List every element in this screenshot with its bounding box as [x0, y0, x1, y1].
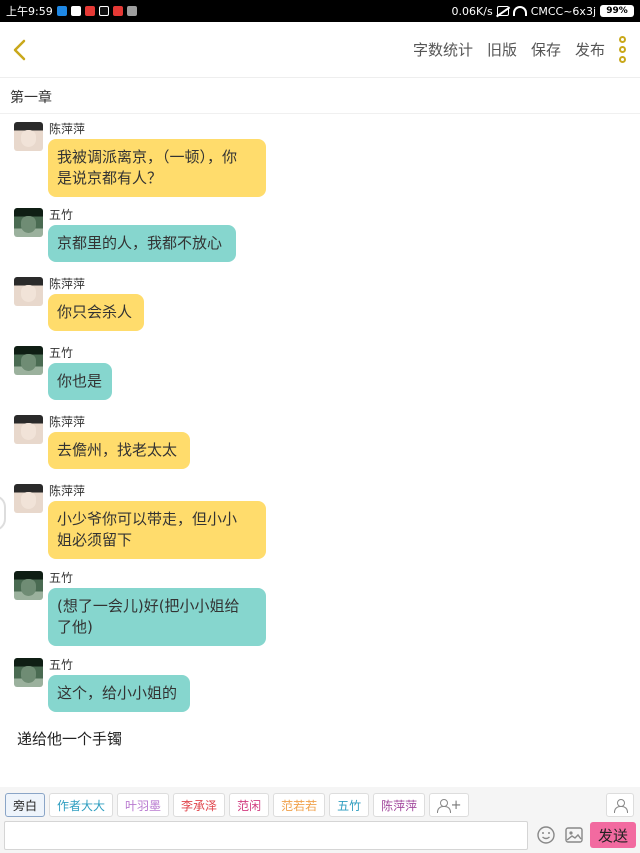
speaker-name: 五竹: [49, 571, 74, 585]
composer-bar: 旁白 作者大大 叶羽墨 李承泽 范闲 范若若 五竹 陈萍萍 + 发送: [0, 787, 640, 853]
message-line: 是说京都有人？: [57, 169, 163, 187]
avatar: [14, 277, 43, 306]
old-version-button[interactable]: 旧版: [485, 37, 519, 62]
message-line: 姐必须留下: [57, 531, 133, 549]
message-line: 小少爷你可以带走，但小小: [57, 510, 238, 528]
message-line: 这个，给小小姐的: [57, 684, 178, 702]
app-notification-icon: [126, 6, 137, 16]
message-bubble[interactable]: 你也是: [48, 363, 112, 400]
avatar: [14, 122, 43, 151]
message-line: 你也是: [57, 372, 103, 390]
input-row: 发送: [4, 820, 636, 850]
avatar: [14, 415, 43, 444]
message-bubble[interactable]: (想了一会儿)好(把小小姐给 了他): [48, 588, 266, 646]
app-notification-icon: [84, 6, 95, 16]
toolbar: 字数统计 旧版 保存 发布: [411, 36, 628, 63]
word-count-button[interactable]: 字数统计: [411, 37, 475, 62]
app-notification-icon: [56, 6, 67, 16]
role-chip[interactable]: 叶羽墨: [117, 793, 170, 817]
speaker-name: 陈萍萍: [49, 277, 86, 291]
speaker-name: 五竹: [49, 346, 74, 360]
more-menu-icon[interactable]: [617, 36, 628, 63]
message-bubble[interactable]: 这个，给小小姐的: [48, 675, 190, 712]
speaker-name: 五竹: [49, 208, 74, 222]
speaker-name: 陈萍萍: [49, 415, 86, 429]
status-bar: 上午9:59 0.06K/s CMCC~6x3j 99%: [0, 0, 640, 22]
speaker-name: 陈萍萍: [49, 484, 86, 498]
message-bubble[interactable]: 京都里的人，我都不放心: [48, 225, 236, 262]
message-bubble[interactable]: 我被调派离京，（一顿），你 是说京都有人？: [48, 139, 266, 197]
add-role-label: +: [450, 797, 462, 813]
role-chip[interactable]: 范闲: [229, 793, 270, 817]
wifi-icon: [512, 6, 527, 16]
message-line: 京都里的人，我都不放心: [57, 234, 223, 252]
role-chip[interactable]: 范若若: [273, 793, 326, 817]
role-chip-narrator[interactable]: 旁白: [5, 793, 46, 817]
image-icon[interactable]: [564, 825, 584, 845]
role-chip-author[interactable]: 作者大大: [49, 793, 114, 817]
person-icon: [436, 798, 451, 813]
battery-indicator: 99%: [600, 5, 634, 17]
drawer-handle[interactable]: [0, 495, 6, 531]
avatar: [14, 484, 43, 513]
status-right: 0.06K/s CMCC~6x3j 99%: [452, 5, 634, 18]
message-bubble[interactable]: 小少爷你可以带走，但小小 姐必须留下: [48, 501, 266, 559]
narration-text[interactable]: 递给他一个手镯: [17, 728, 122, 749]
divider: [0, 113, 640, 114]
role-chip[interactable]: 陈萍萍: [373, 793, 426, 817]
message-line: (想了一会儿)好(把小小姐给: [57, 597, 240, 615]
status-left: 上午9:59: [6, 3, 137, 19]
message-line: 我被调派离京，（一顿），你: [57, 148, 238, 166]
back-icon[interactable]: [8, 35, 30, 65]
mute-icon: [496, 6, 509, 16]
emoji-icon[interactable]: [536, 825, 556, 845]
publish-button[interactable]: 发布: [573, 37, 607, 62]
character-icon[interactable]: [606, 793, 634, 817]
send-button[interactable]: 发送: [590, 822, 636, 848]
avatar: [14, 346, 43, 375]
app-notification-icon: [70, 6, 81, 16]
chapter-title[interactable]: 第一章: [10, 87, 52, 107]
role-selector: 旁白 作者大大 叶羽墨 李承泽 范闲 范若若 五竹 陈萍萍 +: [5, 793, 470, 817]
speaker-name: 五竹: [49, 658, 74, 672]
network-speed: 0.06K/s: [451, 4, 493, 18]
avatar: [14, 571, 43, 600]
tiktok-icon: [98, 6, 109, 16]
editor-header: 字数统计 旧版 保存 发布: [0, 22, 640, 78]
person-icon: [614, 798, 628, 813]
message-input[interactable]: [4, 820, 528, 850]
message-bubble[interactable]: 去儋州，找老太太: [48, 432, 190, 469]
message-line: 你只会杀人: [57, 303, 133, 321]
speaker-name: 陈萍萍: [49, 122, 86, 136]
app-notification-icon: [112, 6, 123, 16]
message-line: 了他): [57, 618, 93, 636]
role-chip[interactable]: 五竹: [329, 793, 370, 817]
message-bubble[interactable]: 你只会杀人: [48, 294, 144, 331]
add-role-button[interactable]: +: [429, 793, 470, 817]
role-chip[interactable]: 李承泽: [173, 793, 226, 817]
carrier-name: CMCC~6x3j: [530, 4, 596, 18]
avatar: [14, 208, 43, 237]
status-time: 上午9:59: [6, 5, 53, 18]
message-line: 去儋州，找老太太: [57, 441, 178, 459]
avatar: [14, 658, 43, 687]
save-button[interactable]: 保存: [529, 37, 563, 62]
